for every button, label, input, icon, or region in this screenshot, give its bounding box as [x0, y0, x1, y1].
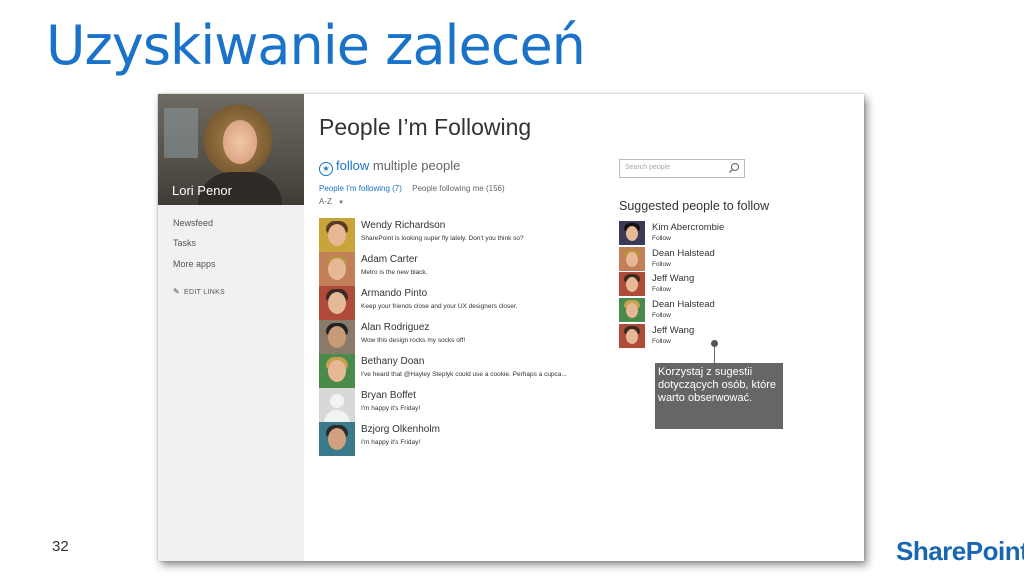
pencil-icon: ✎: [173, 287, 181, 296]
avatar[interactable]: [619, 272, 645, 296]
avatar-face: [328, 428, 346, 450]
profile-name[interactable]: Lori Penor: [172, 183, 232, 198]
follow-word: follow: [336, 158, 370, 173]
follow-button[interactable]: Follow: [652, 235, 671, 242]
suggestion-name[interactable]: Kim Abercrombie: [652, 222, 724, 233]
avatar[interactable]: [619, 298, 645, 322]
avatar[interactable]: [619, 324, 645, 348]
suggestion-name[interactable]: Dean Halstead: [652, 299, 715, 310]
follow-tabs: People I'm following (7) People followin…: [319, 184, 505, 193]
suggestion-name[interactable]: Dean Halstead: [652, 248, 715, 259]
suggestion-name[interactable]: Jeff Wang: [652, 273, 694, 284]
avatar[interactable]: [319, 422, 355, 456]
person-name[interactable]: Bzjorg Olkenholm: [361, 424, 440, 435]
nav-item-newsfeed[interactable]: Newsfeed: [173, 218, 213, 228]
person-name[interactable]: Alan Rodriguez: [361, 322, 429, 333]
avatar-face: [626, 252, 638, 267]
avatar-face: [328, 258, 346, 280]
list-item: Adam Carter Metro is the new black.: [319, 252, 609, 286]
suggestion-item: Dean Halstead Follow: [619, 247, 779, 271]
avatar[interactable]: [619, 247, 645, 271]
avatar[interactable]: [319, 320, 355, 354]
nav-item-more-apps[interactable]: More apps: [173, 259, 216, 269]
suggested-heading: Suggested people to follow: [619, 199, 770, 213]
edit-links[interactable]: ✎ EDIT LINKS: [173, 287, 225, 296]
left-pane: Lori Penor Newsfeed Tasks More apps ✎ EDI…: [158, 94, 304, 561]
person-status: Wow this design rocks my socks off!: [361, 337, 466, 344]
list-item: Bzjorg Olkenholm I'm happy it's Friday!: [319, 422, 609, 456]
edit-links-label: EDIT LINKS: [184, 289, 226, 296]
follow-button[interactable]: Follow: [652, 286, 671, 293]
avatar[interactable]: [319, 218, 355, 252]
list-item: Wendy Richardson SharePoint is looking s…: [319, 218, 609, 252]
avatar-face: [626, 277, 638, 292]
callout-pointer-line: [714, 346, 715, 364]
tab-followers[interactable]: People following me (156): [412, 184, 505, 193]
avatar-face: [626, 303, 638, 318]
list-item: Alan Rodriguez Wow this design rocks my …: [319, 320, 609, 354]
follow-button[interactable]: Follow: [652, 338, 671, 345]
slide-title: Uzyskiwanie zaleceń: [46, 14, 586, 77]
person-name[interactable]: Bethany Doan: [361, 356, 424, 367]
sort-dropdown[interactable]: A-Z ▼: [319, 197, 344, 206]
person-name[interactable]: Wendy Richardson: [361, 220, 445, 231]
suggestion-item: Jeff Wang Follow: [619, 272, 779, 296]
suggestion-item: Jeff Wang Follow: [619, 324, 779, 348]
page-number: 32: [52, 538, 69, 555]
sharepoint-screenshot: Lori Penor Newsfeed Tasks More apps ✎ EDI…: [158, 94, 864, 561]
person-name[interactable]: Bryan Boffet: [361, 390, 416, 401]
sort-label: A-Z: [319, 197, 332, 206]
placeholder-head: [330, 394, 344, 408]
suggestion-name[interactable]: Jeff Wang: [652, 325, 694, 336]
search-input[interactable]: Search people: [619, 159, 745, 178]
profile-photo[interactable]: Lori Penor: [158, 94, 304, 205]
person-name[interactable]: Adam Carter: [361, 254, 418, 265]
callout-box: Korzystaj z sugestii dotyczących osób, k…: [655, 363, 783, 429]
placeholder-body: [324, 410, 350, 422]
page-heading: People I’m Following: [319, 114, 532, 140]
nav-item-tasks[interactable]: Tasks: [173, 238, 196, 248]
avatar-face: [328, 326, 346, 348]
person-status: I've heard that @Hayley Steplyk could us…: [361, 371, 567, 378]
avatar[interactable]: [319, 252, 355, 286]
person-status: I'm happy it's Friday!: [361, 439, 421, 446]
avatar-face: [328, 292, 346, 314]
follow-multiple-link[interactable]: ★ follow multiple people: [319, 158, 460, 176]
avatar-face: [328, 360, 346, 382]
avatar[interactable]: [319, 286, 355, 320]
follow-rest: multiple people: [369, 158, 461, 173]
chevron-down-icon: ▼: [338, 200, 345, 206]
person-status: Metro is the new black.: [361, 269, 428, 276]
list-item: Armando Pinto Keep your friends close an…: [319, 286, 609, 320]
follow-button[interactable]: Follow: [652, 312, 671, 319]
avatar-face: [328, 224, 346, 246]
suggestion-item: Kim Abercrombie Follow: [619, 221, 779, 245]
sharepoint-logo: SharePoint: [896, 536, 1024, 566]
person-status: I'm happy it's Friday!: [361, 405, 421, 412]
search-placeholder: Search people: [625, 164, 671, 171]
photo-background: [164, 108, 198, 158]
star-circle-icon: ★: [319, 162, 333, 176]
avatar-face: [626, 226, 638, 241]
follow-button[interactable]: Follow: [652, 261, 671, 268]
list-item: Bryan Boffet I'm happy it's Friday!: [319, 388, 609, 422]
avatar[interactable]: [619, 221, 645, 245]
avatar-face: [626, 329, 638, 344]
avatar[interactable]: [319, 354, 355, 388]
avatar-placeholder[interactable]: [319, 388, 355, 422]
search-icon[interactable]: [728, 162, 740, 174]
person-name[interactable]: Armando Pinto: [361, 288, 427, 299]
tab-following[interactable]: People I'm following (7): [319, 184, 402, 193]
list-item: Bethany Doan I've heard that @Hayley Ste…: [319, 354, 609, 388]
suggestion-item: Dean Halstead Follow: [619, 298, 779, 322]
person-status: SharePoint is looking super fly lately. …: [361, 235, 524, 242]
person-status: Keep your friends close and your UX desi…: [361, 303, 518, 310]
